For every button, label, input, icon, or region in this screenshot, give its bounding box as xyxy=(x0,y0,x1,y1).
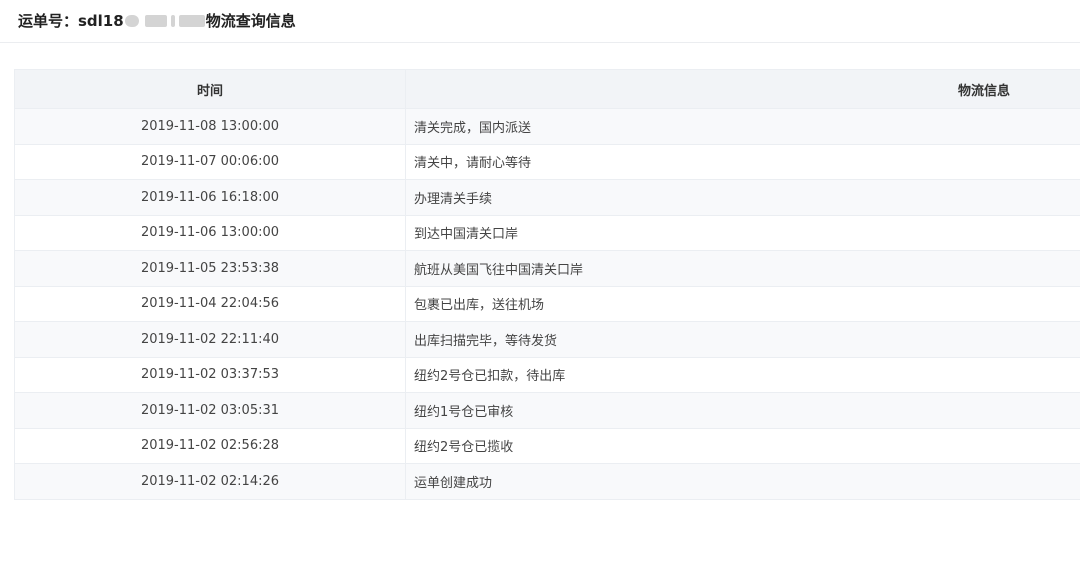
table-row: 2019-11-05 23:53:38 航班从美国飞往中国清关口岸 xyxy=(14,250,1080,287)
row-time: 2019-11-08 13:00:00 xyxy=(14,108,406,145)
table-row: 2019-11-08 13:00:00 清关完成，国内派送 xyxy=(14,108,1080,145)
row-time: 2019-11-02 02:56:28 xyxy=(14,427,406,464)
table-row: 2019-11-02 03:37:53 纽约2号仓已扣款，待出库 xyxy=(14,356,1080,393)
row-time: 2019-11-05 23:53:38 xyxy=(14,250,406,287)
table-header-row: 时间 物流信息 xyxy=(14,69,1080,109)
table-row: 2019-11-02 22:11:40 出库扫描完毕，等待发货 xyxy=(14,321,1080,358)
row-info: 清关中，请耐心等待 xyxy=(405,143,1080,180)
row-time: 2019-11-07 00:06:00 xyxy=(14,143,406,180)
row-time: 2019-11-02 22:11:40 xyxy=(14,321,406,358)
page-header: 运单号：sdl18 物流查询信息 xyxy=(0,0,1080,43)
column-header-info: 物流信息 xyxy=(405,69,1080,109)
table-row: 2019-11-04 22:04:56 包裹已出库，送往机场 xyxy=(14,285,1080,322)
column-header-time: 时间 xyxy=(14,69,406,109)
row-time: 2019-11-06 13:00:00 xyxy=(14,214,406,251)
row-info: 运单创建成功 xyxy=(405,463,1080,500)
row-time: 2019-11-02 03:05:31 xyxy=(14,392,406,429)
row-info: 航班从美国飞往中国清关口岸 xyxy=(405,250,1080,287)
row-time: 2019-11-06 16:18:00 xyxy=(14,179,406,216)
row-info: 纽约2号仓已揽收 xyxy=(405,427,1080,464)
table-row: 2019-11-06 16:18:00 办理清关手续 xyxy=(14,179,1080,216)
row-info: 到达中国清关口岸 xyxy=(405,214,1080,251)
row-time: 2019-11-04 22:04:56 xyxy=(14,285,406,322)
title-prefix: 运单号：sdl18 xyxy=(18,12,124,30)
table-row: 2019-11-06 13:00:00 到达中国清关口岸 xyxy=(14,214,1080,251)
title-suffix: 物流查询信息 xyxy=(205,12,296,30)
logistics-table: 时间 物流信息 2019-11-08 13:00:00 清关完成，国内派送 2019… xyxy=(14,69,1080,500)
row-info: 清关完成，国内派送 xyxy=(405,108,1080,145)
row-time: 2019-11-02 02:14:26 xyxy=(14,463,406,500)
page-title: 运单号：sdl18 物流查询信息 xyxy=(18,11,296,31)
row-info: 办理清关手续 xyxy=(405,179,1080,216)
row-info: 纽约2号仓已扣款，待出库 xyxy=(405,356,1080,393)
table-row: 2019-11-02 02:56:28 纽约2号仓已揽收 xyxy=(14,427,1080,464)
row-info: 包裹已出库，送往机场 xyxy=(405,285,1080,322)
row-time: 2019-11-02 03:37:53 xyxy=(14,356,406,393)
row-info: 纽约1号仓已审核 xyxy=(405,392,1080,429)
table-row: 2019-11-02 02:14:26 运单创建成功 xyxy=(14,463,1080,500)
table-row: 2019-11-02 03:05:31 纽约1号仓已审核 xyxy=(14,392,1080,429)
table-row: 2019-11-07 00:06:00 清关中，请耐心等待 xyxy=(14,143,1080,180)
redacted-tracking-number xyxy=(124,15,205,27)
row-info: 出库扫描完毕，等待发货 xyxy=(405,321,1080,358)
